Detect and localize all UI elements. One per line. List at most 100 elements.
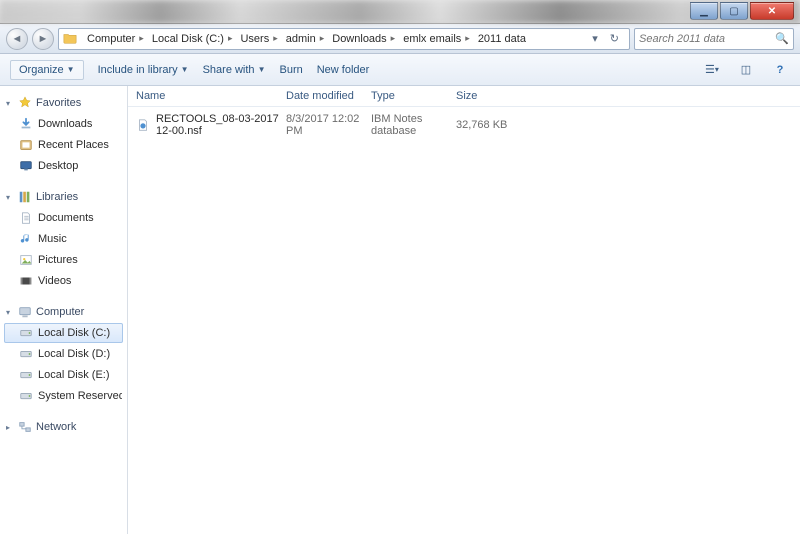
drive-icon	[19, 389, 33, 403]
computer-icon	[18, 305, 32, 319]
refresh-button[interactable]: ↻	[604, 32, 625, 45]
column-header-size[interactable]: Size	[456, 90, 516, 102]
sidebar-item-label: Local Disk (E:)	[38, 369, 110, 381]
sidebar-item-pictures[interactable]: Pictures	[4, 250, 123, 270]
chevron-right-icon: ▸	[273, 33, 278, 44]
search-icon: 🔍	[775, 32, 789, 45]
breadcrumb-dropdown-button[interactable]: ▾	[586, 32, 604, 45]
breadcrumb-bar[interactable]: Computer▸ Local Disk (C:)▸ Users▸ admin▸…	[58, 28, 630, 50]
column-headers: Name Date modified Type Size	[128, 86, 800, 107]
network-icon	[18, 420, 32, 434]
breadcrumb-segment[interactable]: admin▸	[282, 33, 329, 45]
titlebar-blur	[0, 0, 800, 23]
collapse-icon: ▾	[6, 99, 14, 108]
column-header-date[interactable]: Date modified	[286, 90, 371, 102]
burn-label: Burn	[279, 64, 302, 76]
command-toolbar: Organize ▼ Include in library ▼ Share wi…	[0, 54, 800, 86]
nav-back-button[interactable]: ◄	[6, 28, 28, 50]
window-titlebar	[0, 0, 800, 24]
sidebar-item-label: Downloads	[38, 118, 92, 130]
breadcrumb-segment[interactable]: Computer▸	[83, 33, 148, 45]
libraries-icon	[18, 190, 32, 204]
breadcrumb-segment[interactable]: emlx emails▸	[399, 33, 474, 45]
collapse-icon: ▾	[6, 308, 14, 317]
libraries-header[interactable]: ▾ Libraries	[6, 190, 123, 204]
breadcrumb-segment[interactable]: Users▸	[236, 33, 281, 45]
organize-menu[interactable]: Organize ▼	[10, 60, 84, 80]
sidebar-item-label: Local Disk (D:)	[38, 348, 110, 360]
share-with-menu[interactable]: Share with ▼	[203, 64, 266, 76]
sidebar-item-local-disk-c[interactable]: Local Disk (C:)	[4, 323, 123, 343]
favorites-label: Favorites	[36, 97, 81, 109]
sidebar-item-videos[interactable]: Videos	[4, 271, 123, 291]
downloads-icon	[19, 117, 33, 131]
share-label: Share with	[203, 64, 255, 76]
sidebar-item-label: Recent Places	[38, 139, 109, 151]
libraries-label: Libraries	[36, 191, 78, 203]
search-input[interactable]	[639, 33, 771, 45]
include-in-library-menu[interactable]: Include in library ▼	[98, 64, 189, 76]
network-group: ▸ Network	[4, 420, 123, 434]
explorer-body: ▾ Favorites Downloads Recent Places Desk…	[0, 86, 800, 534]
favorites-header[interactable]: ▾ Favorites	[6, 96, 123, 110]
search-box[interactable]: 🔍	[634, 28, 794, 50]
sidebar-item-label: Music	[38, 233, 67, 245]
expand-icon: ▸	[6, 423, 14, 432]
chevron-right-icon: ▸	[228, 33, 233, 44]
column-header-name[interactable]: Name	[136, 90, 286, 102]
window-minimize-button[interactable]	[690, 2, 718, 20]
sidebar-item-system-reserved[interactable]: System Reserved (I:)	[4, 386, 123, 406]
new-folder-button[interactable]: New folder	[317, 64, 370, 76]
file-size-cell: 32,768 KB	[456, 119, 516, 131]
sidebar-item-desktop[interactable]: Desktop	[4, 156, 123, 176]
chevron-down-icon: ▾	[715, 65, 719, 74]
file-list-pane: Name Date modified Type Size RECTOOLS_08…	[128, 86, 800, 534]
sidebar-item-music[interactable]: Music	[4, 229, 123, 249]
window-close-button[interactable]	[750, 2, 794, 20]
help-button[interactable]: ?	[770, 60, 790, 80]
preview-pane-button[interactable]: ◫	[736, 60, 756, 80]
network-header[interactable]: ▸ Network	[6, 420, 123, 434]
sidebar-item-downloads[interactable]: Downloads	[4, 114, 123, 134]
file-name-cell: RECTOOLS_08-03-2017 12-00.nsf	[136, 113, 286, 137]
arrow-left-icon: ◄	[12, 33, 23, 45]
preview-pane-icon: ◫	[741, 63, 751, 76]
sidebar-item-label: Desktop	[38, 160, 78, 172]
sidebar-item-label: System Reserved (I:)	[38, 390, 123, 402]
computer-header[interactable]: ▾ Computer	[6, 305, 123, 319]
music-icon	[19, 232, 33, 246]
folder-icon	[63, 31, 79, 47]
drive-icon	[19, 326, 33, 340]
breadcrumb-segment[interactable]: Downloads▸	[328, 33, 399, 45]
arrow-right-icon: ►	[38, 33, 49, 45]
address-bar-row: ◄ ► Computer▸ Local Disk (C:)▸ Users▸ ad…	[0, 24, 800, 54]
libraries-group: ▾ Libraries Documents Music Pictures Vid…	[4, 190, 123, 291]
recent-places-icon	[19, 138, 33, 152]
help-icon: ?	[777, 64, 784, 76]
new-folder-label: New folder	[317, 64, 370, 76]
window-maximize-button[interactable]	[720, 2, 748, 20]
documents-icon	[19, 211, 33, 225]
refresh-icon: ↻	[610, 33, 619, 45]
breadcrumb-segment[interactable]: Local Disk (C:)▸	[148, 33, 237, 45]
desktop-icon	[19, 159, 33, 173]
nsf-file-icon	[136, 118, 150, 132]
chevron-right-icon: ▸	[139, 33, 144, 44]
burn-button[interactable]: Burn	[279, 64, 302, 76]
star-icon	[18, 96, 32, 110]
breadcrumb-segment[interactable]: 2011 data	[474, 33, 530, 45]
sidebar-item-local-disk-e[interactable]: Local Disk (E:)	[4, 365, 123, 385]
file-name-label: RECTOOLS_08-03-2017 12-00.nsf	[156, 113, 286, 137]
sidebar-item-documents[interactable]: Documents	[4, 208, 123, 228]
sidebar-item-local-disk-d[interactable]: Local Disk (D:)	[4, 344, 123, 364]
sidebar-item-recent-places[interactable]: Recent Places	[4, 135, 123, 155]
videos-icon	[19, 274, 33, 288]
chevron-right-icon: ▸	[465, 33, 470, 44]
chevron-down-icon: ▼	[67, 65, 75, 74]
file-row[interactable]: RECTOOLS_08-03-2017 12-00.nsf 8/3/2017 1…	[128, 107, 800, 143]
nav-forward-button[interactable]: ►	[32, 28, 54, 50]
column-header-type[interactable]: Type	[371, 90, 456, 102]
organize-label: Organize	[19, 64, 64, 76]
view-options-button[interactable]: ☰▾	[702, 60, 722, 80]
chevron-right-icon: ▸	[320, 33, 325, 44]
